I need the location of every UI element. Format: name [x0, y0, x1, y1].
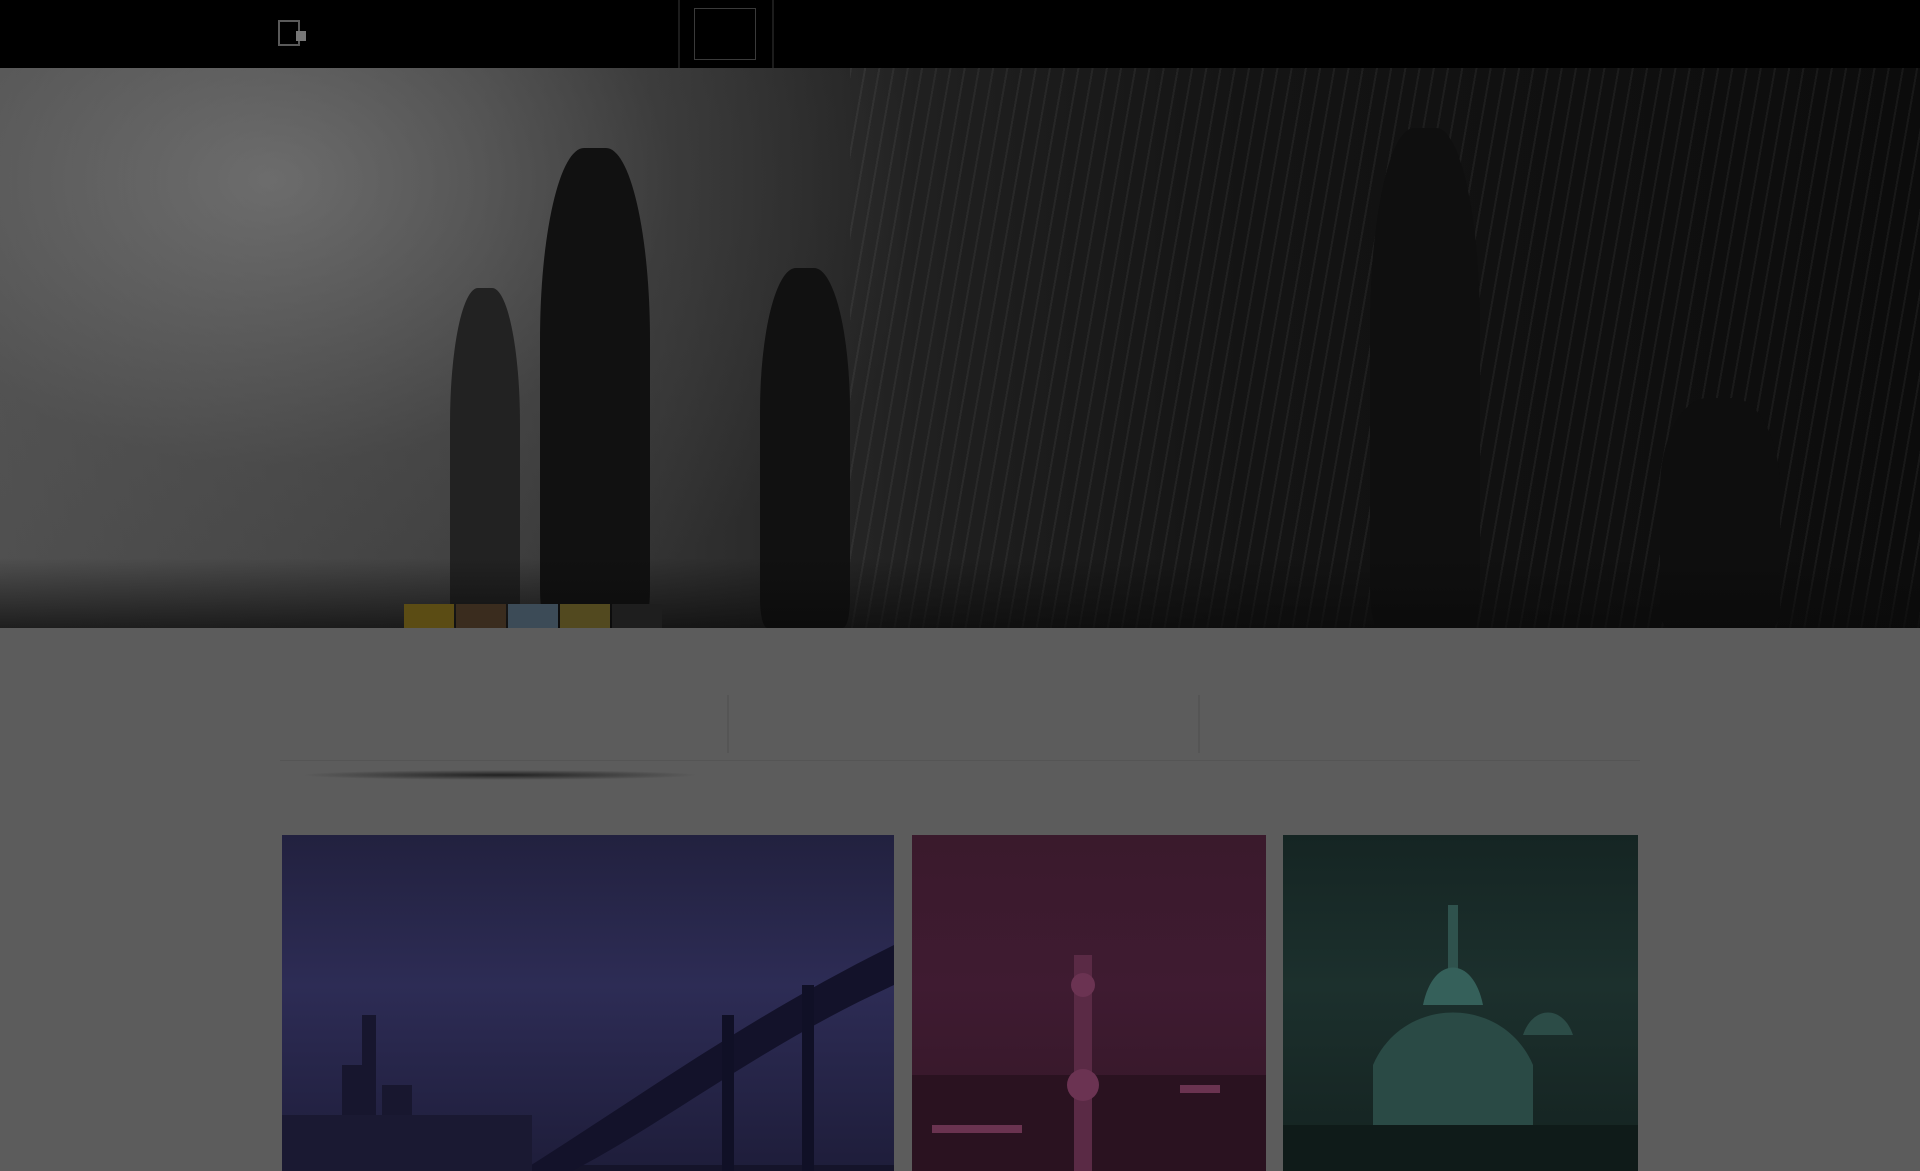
- tab-3[interactable]: [1327, 700, 1527, 710]
- photo-card-tower[interactable]: [912, 835, 1266, 1171]
- nav-divider: [772, 0, 774, 68]
- nav-divider: [678, 0, 680, 68]
- tab-divider: [1198, 695, 1200, 753]
- tab-divider: [727, 695, 729, 753]
- hero-figure: [540, 148, 650, 628]
- tab-baseline: [280, 760, 1640, 761]
- site-logo[interactable]: [278, 18, 306, 48]
- dome-photo: [1283, 905, 1638, 1171]
- top-navigation-bar: [0, 0, 1920, 68]
- bridge-photo: [282, 945, 894, 1171]
- hero-figure: [1370, 128, 1480, 628]
- tab-1[interactable]: [393, 700, 593, 710]
- tab-active-indicator: [300, 770, 700, 780]
- photo-card-bridge[interactable]: [282, 835, 894, 1171]
- hero-ground: [0, 558, 1920, 628]
- tab-2[interactable]: [860, 700, 1060, 710]
- logo-icon: [278, 20, 306, 46]
- hero-banner: [0, 68, 1920, 628]
- tower-photo: [912, 955, 1266, 1171]
- nav-item-home[interactable]: [694, 8, 756, 60]
- photo-card-dome[interactable]: [1283, 835, 1638, 1171]
